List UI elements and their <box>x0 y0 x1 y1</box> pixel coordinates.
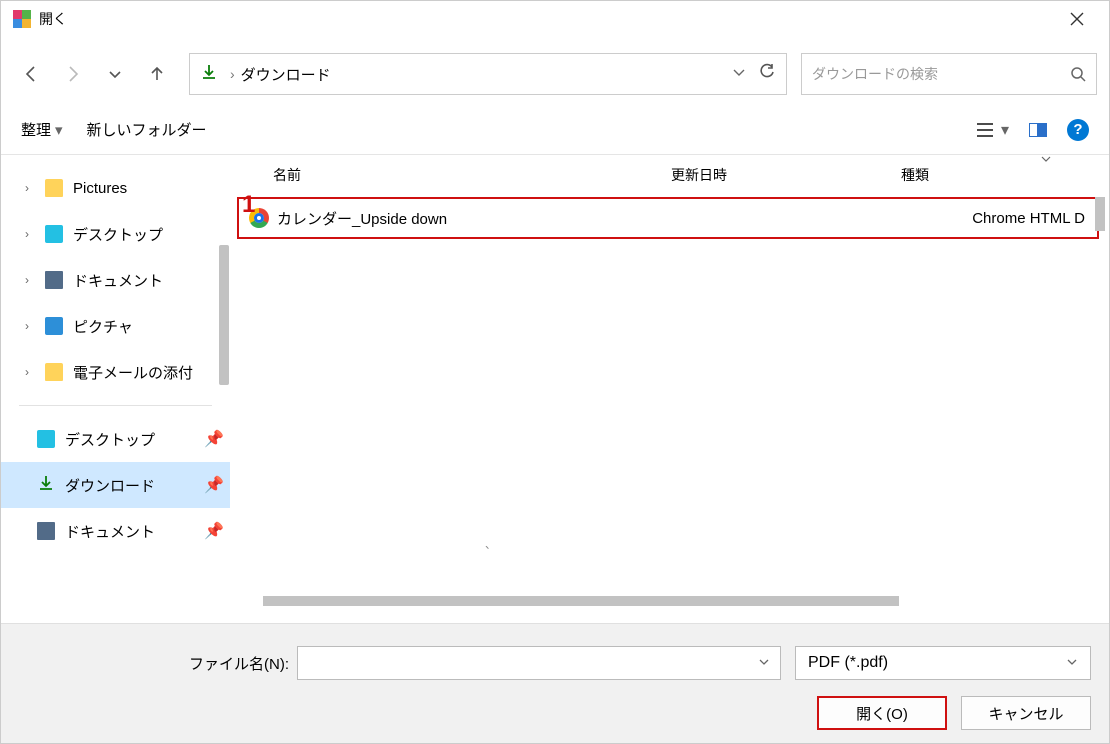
recent-dropdown[interactable] <box>97 56 133 92</box>
tree-item-email-attach[interactable]: ›電子メールの添付 <box>1 349 230 395</box>
chevron-down-icon <box>758 656 770 671</box>
column-type[interactable]: 種類 <box>901 165 1097 185</box>
annotation-1: 1 <box>242 191 255 219</box>
list-vscrollbar[interactable] <box>1095 197 1105 231</box>
list-pane: 名前 更新日時 種類 カレンダー_Upside down Chrome HTML… <box>231 155 1109 612</box>
column-headers: 名前 更新日時 種類 <box>231 155 1109 195</box>
downloads-icon <box>200 63 218 86</box>
preview-pane-toggle[interactable] <box>1029 123 1047 137</box>
pin-icon: 📌 <box>204 429 224 449</box>
back-button[interactable] <box>13 56 49 92</box>
open-button[interactable]: 開く(O) <box>817 696 947 730</box>
search-icon <box>1070 66 1086 82</box>
search-input[interactable] <box>812 66 1070 82</box>
chevron-down-icon <box>1066 656 1078 671</box>
desktop-icon <box>45 225 63 243</box>
titlebar: 開く <box>1 1 1109 37</box>
folder-icon <box>45 179 63 197</box>
new-folder-button[interactable]: 新しいフォルダー <box>87 119 207 140</box>
sort-indicator-icon <box>1041 155 1051 164</box>
filename-combobox[interactable] <box>297 646 781 680</box>
file-type: Chrome HTML D <box>917 210 1087 227</box>
forward-button[interactable] <box>55 56 91 92</box>
cancel-button[interactable]: キャンセル <box>961 696 1091 730</box>
address-bar[interactable]: › ダウンロード <box>189 53 787 95</box>
downloads-icon <box>37 474 55 497</box>
window-title: 開く <box>39 9 67 29</box>
toolbar: 整理 ▾ 新しいフォルダー ▾ ? <box>1 105 1109 155</box>
up-button[interactable] <box>139 56 175 92</box>
breadcrumb-location[interactable]: ダウンロード <box>241 64 331 85</box>
breadcrumb-separator: › <box>230 66 235 82</box>
tree-item-documents[interactable]: ›ドキュメント <box>1 257 230 303</box>
tree-item-pictures[interactable]: ›Pictures <box>1 165 230 211</box>
pictures-icon <box>45 317 63 335</box>
view-options[interactable]: ▾ <box>975 120 1009 140</box>
tree-item-desktop[interactable]: ›デスクトップ <box>1 211 230 257</box>
quick-downloads[interactable]: ダウンロード📌 <box>1 462 230 508</box>
navbar: › ダウンロード <box>1 49 1109 99</box>
footer: ファイル名(N): PDF (*.pdf) 開く(O) キャンセル <box>1 623 1109 743</box>
file-row[interactable]: カレンダー_Upside down Chrome HTML D <box>237 197 1099 239</box>
list-hscrollbar[interactable] <box>263 596 899 606</box>
tree-scrollbar[interactable] <box>219 245 229 385</box>
quick-desktop[interactable]: デスクトップ📌 <box>1 416 230 462</box>
close-icon <box>1070 12 1084 26</box>
app-icon <box>13 10 31 28</box>
resize-mark: 、 <box>485 536 496 552</box>
search-box[interactable] <box>801 53 1097 95</box>
column-name[interactable]: 名前 <box>251 165 671 185</box>
folder-icon <box>45 363 63 381</box>
tree-item-pictures-jp[interactable]: ›ピクチャ <box>1 303 230 349</box>
pin-icon: 📌 <box>204 475 224 495</box>
help-button[interactable]: ? <box>1067 119 1089 141</box>
filetype-combobox[interactable]: PDF (*.pdf) <box>795 646 1091 680</box>
desktop-icon <box>37 430 55 448</box>
body-area: ›Pictures ›デスクトップ ›ドキュメント ›ピクチャ ›電子メールの添… <box>1 155 1109 612</box>
document-icon <box>37 522 55 540</box>
organize-menu[interactable]: 整理 ▾ <box>21 119 63 140</box>
refresh-button[interactable] <box>758 63 776 86</box>
file-name: カレンダー_Upside down <box>277 208 687 229</box>
quick-documents[interactable]: ドキュメント📌 <box>1 508 230 554</box>
filename-label: ファイル名(N): <box>189 653 289 674</box>
tree-separator <box>19 405 212 406</box>
pin-icon: 📌 <box>204 521 224 541</box>
column-date[interactable]: 更新日時 <box>671 165 901 185</box>
tree-pane: ›Pictures ›デスクトップ ›ドキュメント ›ピクチャ ›電子メールの添… <box>1 155 231 612</box>
document-icon <box>45 271 63 289</box>
close-button[interactable] <box>1057 1 1097 37</box>
address-dropdown[interactable] <box>732 65 746 84</box>
